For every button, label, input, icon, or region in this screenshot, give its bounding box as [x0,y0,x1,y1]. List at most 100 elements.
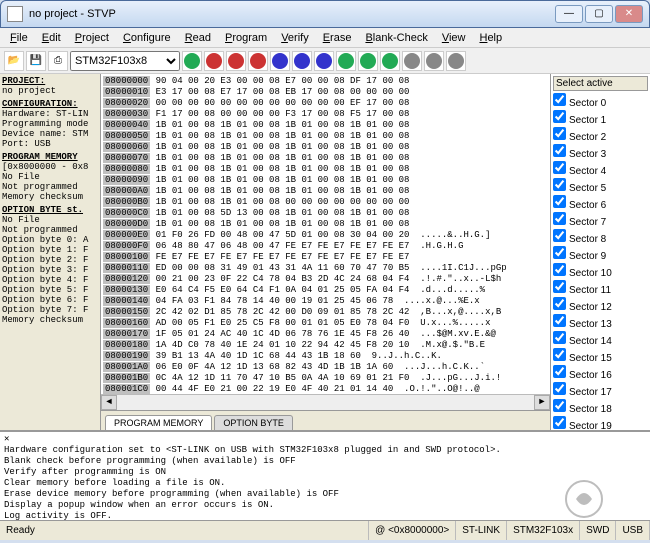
tool-bug1-icon[interactable] [182,51,202,71]
hex-row[interactable]: 08000130 E0 64 C4 F5 E0 64 C4 F1 0A 04 0… [103,285,548,296]
menu-erase[interactable]: Erase [317,30,358,46]
toolbar: 📂 💾 ⎙ STM32F103x8 [0,48,650,74]
sector-checkbox[interactable]: Sector 12 [553,297,648,314]
hex-row[interactable]: 080000F0 06 48 80 47 06 48 00 47 FE E7 F… [103,241,548,252]
hex-row[interactable]: 08000110 ED 00 00 08 31 49 01 43 31 4A 1… [103,263,548,274]
device-select[interactable]: STM32F103x8 [70,51,180,71]
hex-row[interactable]: 08000140 04 FA 03 F1 84 78 14 40 00 19 0… [103,296,548,307]
config-line: Hardware: ST-LIN [2,109,98,119]
tool-open-icon[interactable]: 📂 [4,51,24,71]
log-close-icon[interactable]: ✕ [4,434,9,444]
sector-checkbox[interactable]: Sector 7 [553,212,648,229]
tool-bug7-icon[interactable] [314,51,334,71]
progmem-line: Not programmed [2,182,98,192]
config-header: CONFIGURATION: [2,99,98,109]
menu-edit[interactable]: Edit [36,30,67,46]
sector-checkbox[interactable]: Sector 11 [553,280,648,297]
tool-bug3-icon[interactable] [226,51,246,71]
hex-row[interactable]: 080001A0 06 E0 0F 4A 12 1D 13 68 82 43 4… [103,362,548,373]
hex-row[interactable]: 08000090 1B 01 00 08 1B 01 00 08 1B 01 0… [103,175,548,186]
sector-checkbox[interactable]: Sector 13 [553,314,648,331]
sector-checkbox[interactable]: Sector 15 [553,348,648,365]
hex-row[interactable]: 08000080 1B 01 00 08 1B 01 00 08 1B 01 0… [103,164,548,175]
sector-checkbox[interactable]: Sector 14 [553,331,648,348]
tool-bug13-icon[interactable] [446,51,466,71]
sector-panel: Select active Sector 0Sector 1Sector 2Se… [550,74,650,430]
hex-row[interactable]: 08000060 1B 01 00 08 1B 01 00 08 1B 01 0… [103,142,548,153]
menu-project[interactable]: Project [69,30,115,46]
sector-checkbox[interactable]: Sector 9 [553,246,648,263]
minimize-button[interactable]: — [555,5,583,23]
sector-checkbox[interactable]: Sector 18 [553,399,648,416]
scroll-left-icon[interactable]: ◄ [101,395,117,410]
hex-row[interactable]: 08000050 1B 01 00 08 1B 01 00 08 1B 01 0… [103,131,548,142]
sector-checkbox[interactable]: Sector 0 [553,93,648,110]
option-line: Option byte 7: F [2,305,98,315]
hex-row[interactable]: 080000B0 1B 01 00 08 1B 01 00 08 00 00 0… [103,197,548,208]
hex-row[interactable]: 080001C0 00 44 4F E0 21 00 22 19 E0 4F 4… [103,384,548,394]
hex-row[interactable]: 08000020 00 00 00 00 00 00 00 00 00 00 0… [103,98,548,109]
tab-option-byte[interactable]: OPTION BYTE [214,415,293,430]
sector-header: Select active [553,76,648,91]
sector-checkbox[interactable]: Sector 1 [553,110,648,127]
hex-row[interactable]: 08000180 1A 4D C0 78 40 1E 24 01 10 22 9… [103,340,548,351]
hex-row[interactable]: 080000C0 1B 01 00 08 5D 13 00 08 1B 01 0… [103,208,548,219]
tool-bug9-icon[interactable] [358,51,378,71]
sector-checkbox[interactable]: Sector 5 [553,178,648,195]
sector-checkbox[interactable]: Sector 17 [553,382,648,399]
menu-verify[interactable]: Verify [275,30,315,46]
tab-program-memory[interactable]: PROGRAM MEMORY [105,415,212,430]
menu-program[interactable]: Program [219,30,273,46]
hex-row[interactable]: 08000010 E3 17 00 08 E7 17 00 08 EB 17 0… [103,87,548,98]
menu-view[interactable]: View [436,30,472,46]
sector-checkbox[interactable]: Sector 8 [553,229,648,246]
sector-checkbox[interactable]: Sector 3 [553,144,648,161]
tool-bug2-icon[interactable] [204,51,224,71]
sector-checkbox[interactable]: Sector 4 [553,161,648,178]
hex-hscroll[interactable]: ◄ ► [101,394,550,410]
hex-row[interactable]: 080000D0 1B 01 00 08 1B 01 00 08 1B 01 0… [103,219,548,230]
maximize-button[interactable]: ▢ [585,5,613,23]
sector-checkbox[interactable]: Sector 2 [553,127,648,144]
tool-saveall-icon[interactable]: ⎙ [48,51,68,71]
sector-checkbox[interactable]: Sector 10 [553,263,648,280]
hex-row[interactable]: 08000150 2C 42 02 D1 85 78 2C 42 00 D0 0… [103,307,548,318]
window-title: no project - STVP [29,8,555,20]
hex-row[interactable]: 080000A0 1B 01 00 08 1B 01 00 08 1B 01 0… [103,186,548,197]
sector-checkbox[interactable]: Sector 19 [553,416,648,430]
hex-row[interactable]: 08000030 F1 17 00 08 00 00 00 00 F3 17 0… [103,109,548,120]
tool-bug11-icon[interactable] [402,51,422,71]
sector-checkbox[interactable]: Sector 16 [553,365,648,382]
tool-bug4-icon[interactable] [248,51,268,71]
hex-row[interactable]: 080000E0 01 F0 26 FD 00 48 00 47 5D 01 0… [103,230,548,241]
statusbar: Ready @ <0x8000000> ST-LINK STM32F103x S… [0,520,650,540]
hex-row[interactable]: 08000190 39 B1 13 4A 40 1D 1C 68 44 43 1… [103,351,548,362]
tool-bug6-icon[interactable] [292,51,312,71]
hex-row[interactable]: 08000040 1B 01 00 08 1B 01 00 08 1B 01 0… [103,120,548,131]
menu-read[interactable]: Read [179,30,217,46]
sector-checkbox[interactable]: Sector 6 [553,195,648,212]
tool-bug10-icon[interactable] [380,51,400,71]
log-panel[interactable]: ✕ Hardware configuration set to <ST-LINK… [0,430,650,520]
hex-row[interactable]: 08000170 1F 05 01 24 AC 40 1C 4D 06 78 7… [103,329,548,340]
hex-row[interactable]: 08000120 00 21 00 23 0F 22 C4 78 04 B3 2… [103,274,548,285]
option-line: Option byte 3: F [2,265,98,275]
hex-row[interactable]: 08000070 1B 01 00 08 1B 01 00 08 1B 01 0… [103,153,548,164]
config-line: Programming mode [2,119,98,129]
tool-bug8-icon[interactable] [336,51,356,71]
hex-row[interactable]: 08000160 AD 00 05 F1 E0 25 C5 F8 00 01 0… [103,318,548,329]
tool-bug12-icon[interactable] [424,51,444,71]
menu-blankcheck[interactable]: Blank-Check [359,30,433,46]
hex-row[interactable]: 08000000 90 04 00 20 E3 00 00 08 E7 00 0… [103,76,548,87]
hex-row[interactable]: 08000100 FE E7 FE E7 FE E7 FE E7 FE E7 F… [103,252,548,263]
close-button[interactable]: ✕ [615,5,643,23]
tool-bug5-icon[interactable] [270,51,290,71]
menu-help[interactable]: Help [473,30,508,46]
menu-file[interactable]: File [4,30,34,46]
hex-viewer[interactable]: 08000000 90 04 00 20 E3 00 00 08 E7 00 0… [101,74,550,394]
option-line: Option byte 0: A [2,235,98,245]
hex-row[interactable]: 080001B0 0C 4A 12 1D 11 70 47 10 B5 0A 4… [103,373,548,384]
tool-save-icon[interactable]: 💾 [26,51,46,71]
menu-configure[interactable]: Configure [117,30,177,46]
scroll-right-icon[interactable]: ► [534,395,550,410]
